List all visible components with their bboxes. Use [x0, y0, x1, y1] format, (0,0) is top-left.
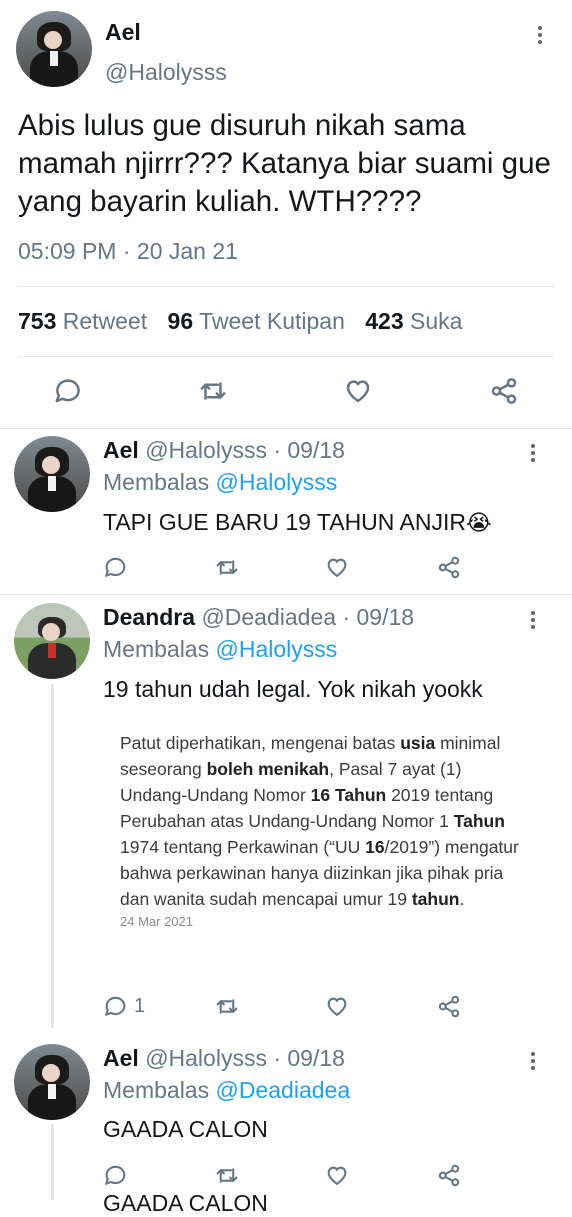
reply-text: GAADA CALON — [103, 1116, 268, 1142]
more-icon[interactable] — [530, 608, 536, 632]
more-icon[interactable] — [537, 23, 543, 47]
divider — [18, 356, 554, 357]
like-stat[interactable]: 423 Suka — [365, 308, 462, 334]
thread-line — [51, 1124, 54, 1200]
tweet-time: 05:09 PM — [18, 238, 117, 264]
author-handle[interactable]: @Deadiadea — [201, 604, 336, 630]
mention-link[interactable]: @Halolysss — [216, 469, 338, 495]
tweet-date: 20 Jan 21 — [136, 238, 238, 264]
author-handle[interactable]: @Halolysss — [105, 59, 227, 86]
replying-to-label: Membalas — [103, 636, 210, 662]
quoted-text-segment: 16 — [365, 837, 385, 857]
quoted-image[interactable]: Patut diperhatikan, mengenai batas usia … — [104, 730, 524, 970]
avatar[interactable] — [14, 436, 90, 512]
partial-reply-text: GAADA CALON — [103, 1190, 268, 1216]
replying-to-label: Membalas — [103, 1077, 210, 1103]
quoted-text-segment: boleh menikah — [206, 759, 330, 779]
reply-count: 1 — [134, 995, 146, 1017]
author-name[interactable]: Ael — [103, 1045, 139, 1071]
author-handle[interactable]: @Halolysss — [145, 437, 267, 463]
quoted-text-segment: 16 Tahun — [310, 785, 387, 805]
like-icon[interactable] — [342, 376, 374, 406]
share-icon[interactable] — [436, 994, 462, 1019]
reply-date: · 09/18 — [273, 1045, 345, 1071]
share-icon[interactable] — [488, 376, 520, 406]
author-handle[interactable]: @Halolysss — [145, 1045, 267, 1071]
avatar[interactable] — [16, 11, 92, 87]
reply-header: Deandra @Deadiadea · 09/18 — [103, 604, 414, 631]
like-label: Suka — [410, 308, 463, 334]
retweet-icon[interactable] — [214, 555, 240, 580]
crying-emoji: 😭 — [465, 510, 492, 535]
like-count: 423 — [365, 308, 404, 334]
mention-link[interactable]: @Halolysss — [216, 636, 338, 662]
share-icon[interactable] — [436, 555, 462, 580]
like-icon[interactable] — [324, 555, 350, 580]
quoted-text-segment: Patut diperhatikan, mengenai batas — [120, 733, 401, 753]
replying-to: Membalas @Deadiadea — [103, 1077, 350, 1104]
quoted-text-segment: tahun — [411, 889, 460, 909]
author-name[interactable]: Ael — [105, 19, 141, 46]
quote-label: Tweet Kutipan — [199, 308, 345, 334]
thread-line — [51, 684, 54, 1028]
reply-header: Ael @Halolysss · 09/18 — [103, 437, 345, 464]
replying-to: Membalas @Halolysss — [103, 469, 337, 496]
quoted-text-segment: . — [459, 889, 465, 909]
tweet-timestamp: 05:09 PM · 20 Jan 21 — [18, 238, 238, 265]
retweet-icon[interactable] — [197, 376, 229, 406]
avatar[interactable] — [14, 603, 90, 679]
separator-dot: · — [122, 238, 131, 264]
reply-date: · 09/18 — [342, 604, 415, 630]
like-icon[interactable] — [324, 1163, 350, 1188]
reply-text-body: TAPI GUE BARU 19 TAHUN ANJIR — [103, 509, 466, 535]
reply-icon[interactable] — [103, 555, 128, 580]
author-name[interactable]: Deandra — [103, 604, 195, 630]
author-name[interactable]: Ael — [103, 437, 139, 463]
quote-stat[interactable]: 96 Tweet Kutipan — [168, 308, 345, 334]
quote-count: 96 — [167, 308, 194, 334]
replying-to-label: Membalas — [103, 469, 210, 495]
tweet-text: Abis lulus gue disuruh nikah sama mamah … — [18, 109, 551, 218]
reply-date: · 09/18 — [273, 437, 345, 463]
avatar[interactable] — [14, 1044, 90, 1120]
more-icon[interactable] — [530, 1049, 536, 1073]
divider — [0, 594, 572, 595]
reply-header: Ael @Halolysss · 09/18 — [103, 1045, 345, 1072]
tweet-stats: 753 Retweet 96 Tweet Kutipan 423 Suka — [18, 308, 462, 335]
like-icon[interactable] — [324, 994, 350, 1019]
reply-text: TAPI GUE BARU 19 TAHUN ANJIR😭 — [103, 509, 492, 536]
quoted-text-segment: usia — [400, 733, 436, 753]
reply-icon[interactable] — [103, 994, 128, 1019]
mention-link[interactable]: @Deadiadea — [216, 1077, 351, 1103]
divider — [0, 428, 572, 429]
divider — [18, 286, 554, 287]
replying-to: Membalas @Halolysss — [103, 636, 337, 663]
quoted-text-segment: Tahun — [453, 811, 505, 831]
retweet-label: Retweet — [62, 308, 148, 334]
retweet-icon[interactable] — [214, 994, 240, 1019]
quoted-image-date: 24 Mar 2021 — [120, 914, 193, 929]
reply-icon[interactable] — [53, 376, 83, 406]
reply-icon[interactable] — [103, 1163, 128, 1188]
retweet-count: 753 — [18, 308, 57, 334]
reply-text: 19 tahun udah legal. Yok nikah yookk — [103, 676, 483, 702]
share-icon[interactable] — [436, 1163, 462, 1188]
more-icon[interactable] — [530, 441, 536, 465]
retweet-stat[interactable]: 753 Retweet — [18, 308, 147, 334]
quoted-text-segment: 1974 tentang Perkawinan (“UU — [120, 837, 366, 857]
quoted-image-text: Patut diperhatikan, mengenai batas usia … — [120, 730, 524, 912]
retweet-icon[interactable] — [214, 1163, 240, 1188]
